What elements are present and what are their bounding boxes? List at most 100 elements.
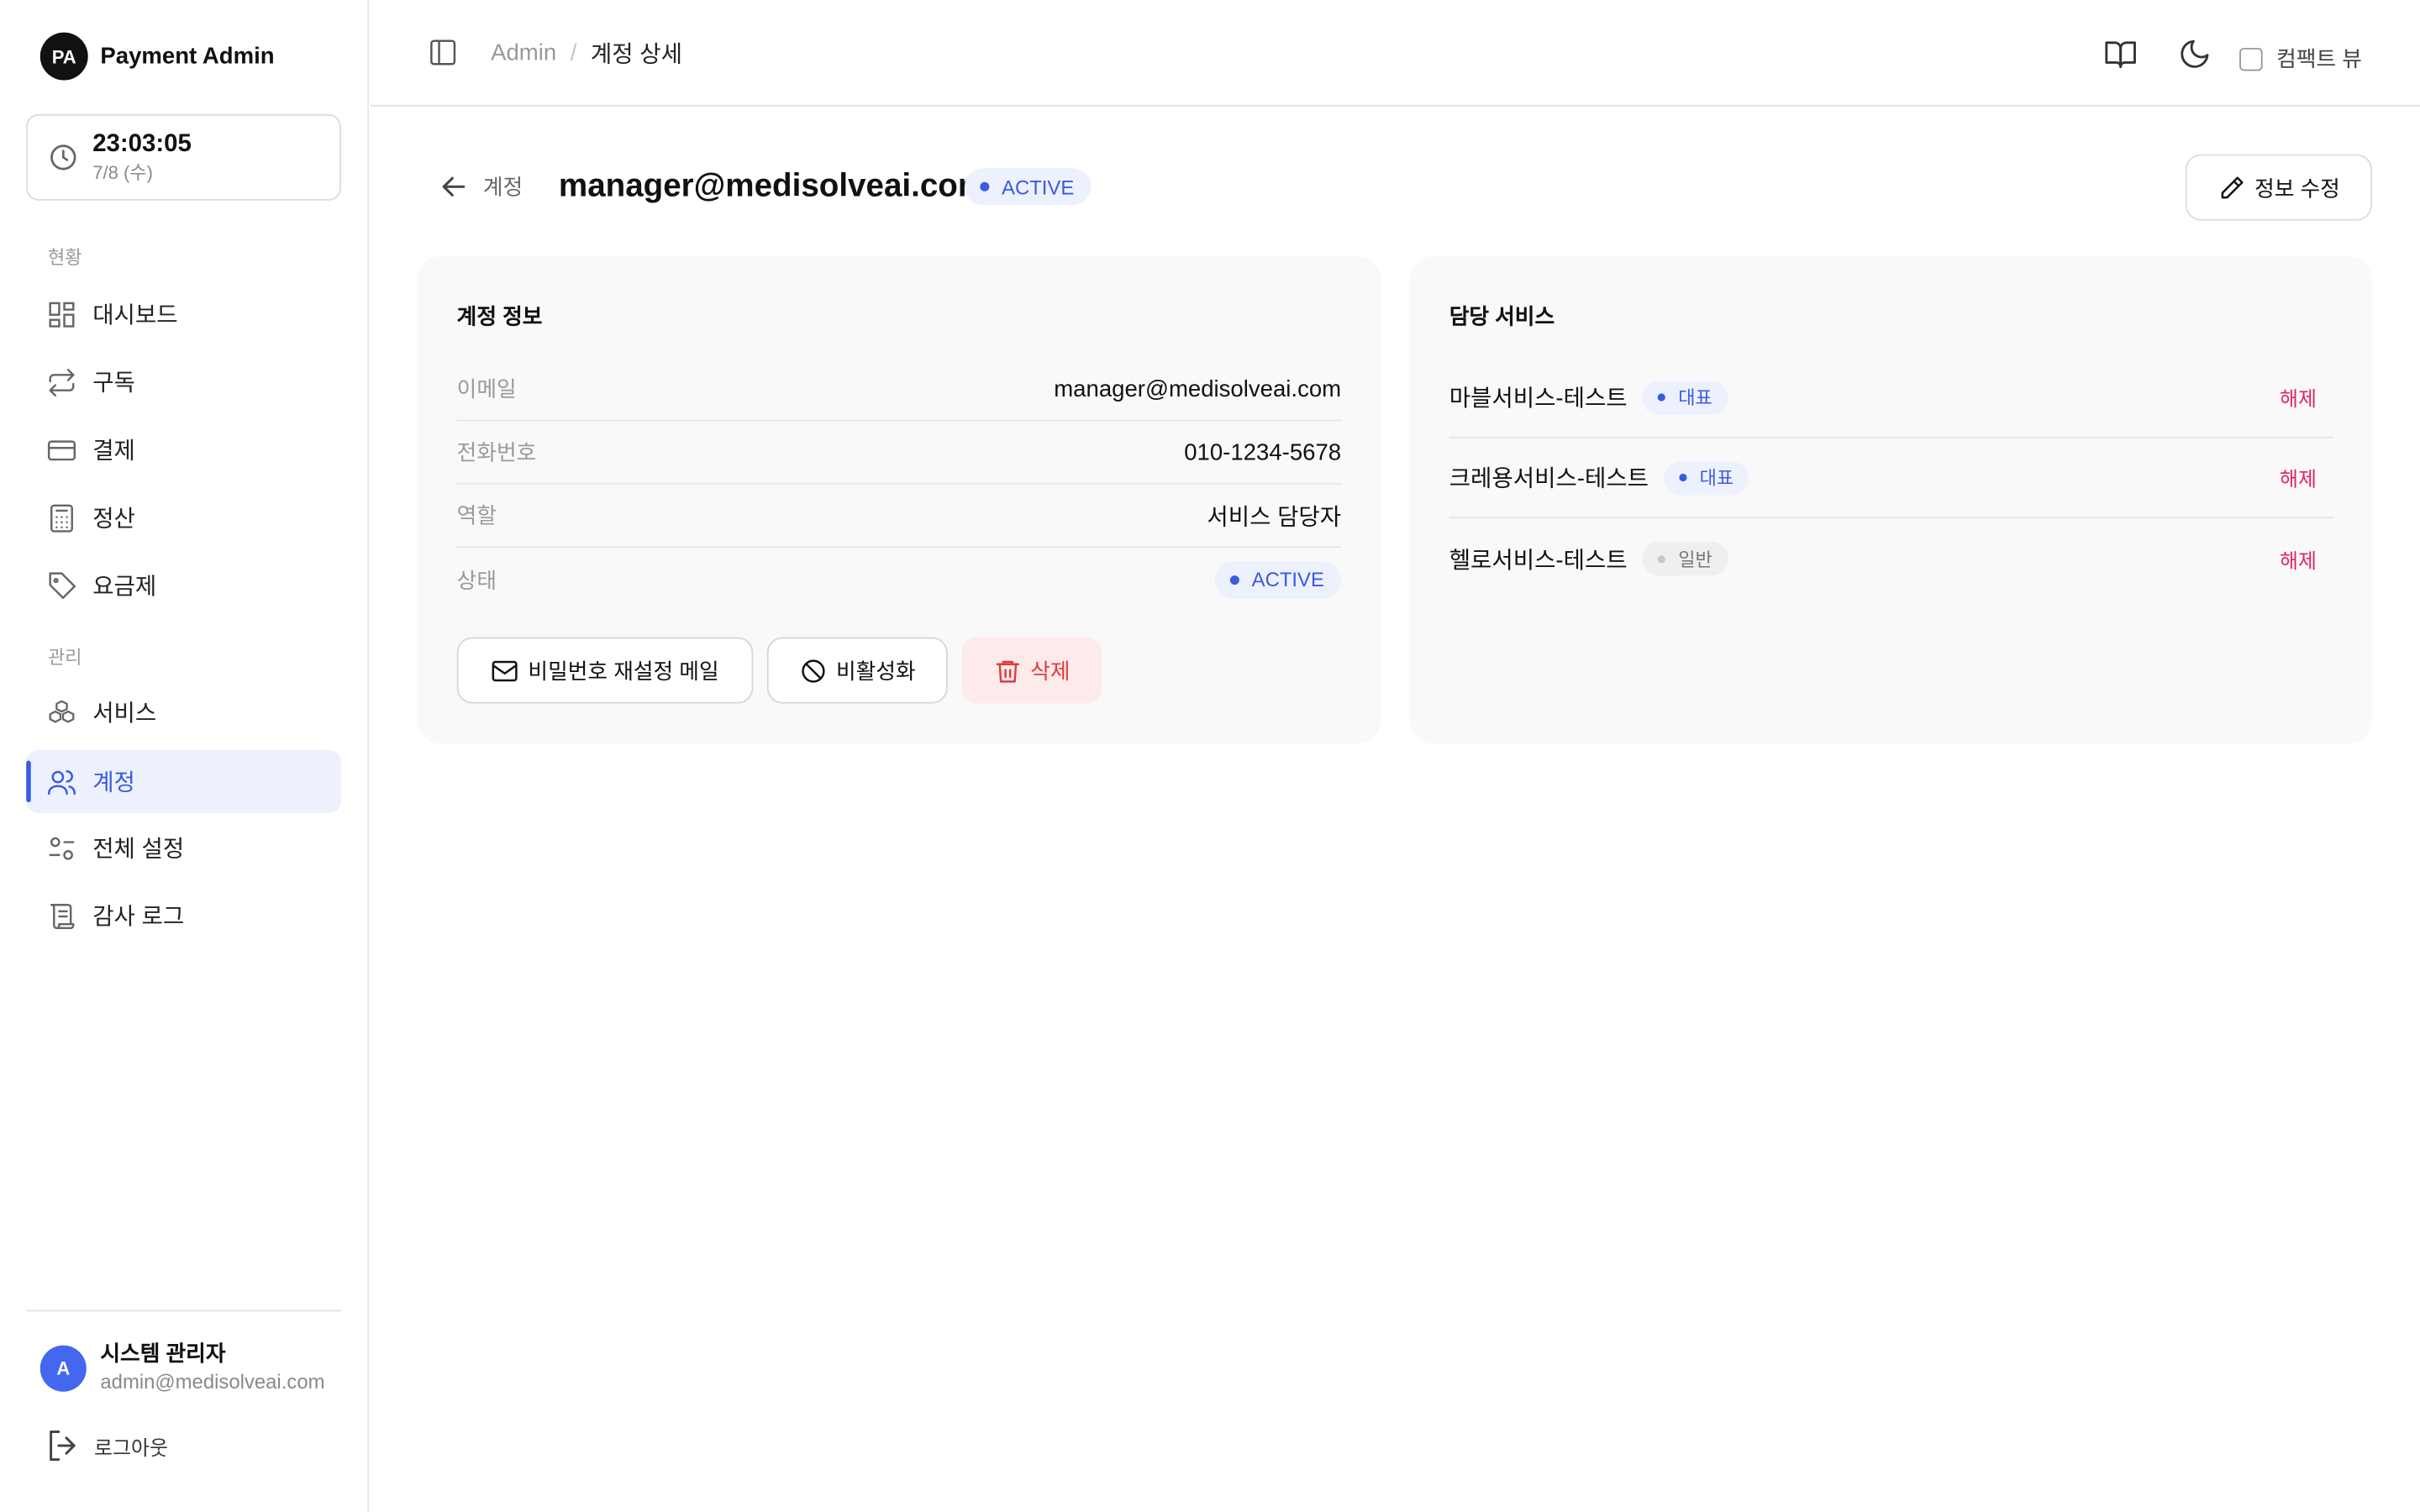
user-profile[interactable]: A 시스템 관리자 admin@medisolveai.com bbox=[39, 1339, 325, 1396]
info-row-status: 상태 ACTIVE bbox=[456, 548, 1342, 611]
status-dot bbox=[1229, 575, 1239, 585]
status-badge-label: ACTIVE bbox=[1002, 175, 1075, 199]
service-name[interactable]: 마블서비스-테스트 bbox=[1449, 381, 1628, 414]
back-button[interactable]: 계정 bbox=[437, 170, 523, 203]
sliders-icon bbox=[49, 836, 75, 859]
compact-view-label: 컴팩트 뷰 bbox=[2276, 46, 2362, 71]
user-email: admin@medisolveai.com bbox=[100, 1370, 325, 1394]
users-icon bbox=[47, 769, 76, 795]
info-label: 전화번호 bbox=[456, 439, 537, 465]
mail-icon bbox=[492, 659, 518, 681]
clock-time: 23:03:05 bbox=[92, 131, 192, 158]
boxes-icon bbox=[49, 699, 75, 722]
edit-info-label: 정보 수정 bbox=[2254, 175, 2340, 200]
deactivate-button[interactable]: 비활성화 bbox=[766, 637, 948, 704]
sidebar-item-dashboard[interactable]: 대시보드 bbox=[26, 282, 341, 345]
book-open-icon[interactable] bbox=[2103, 37, 2137, 71]
breadcrumb-separator: / bbox=[570, 39, 577, 66]
service-row: 마블서비스-테스트 대표 해제 bbox=[1449, 358, 2334, 438]
topbar: Admin / 계정 상세 컴팩트 뷰 bbox=[370, 0, 2420, 107]
tag-dot bbox=[1658, 393, 1666, 402]
sidebar: PA Payment Admin 23:03:05 7/8 (수) 현황 대시보… bbox=[0, 0, 369, 1512]
info-label: 역할 bbox=[456, 502, 497, 528]
sidebar-item-payments[interactable]: 결제 bbox=[26, 418, 341, 481]
logout-label: 로그아웃 bbox=[94, 1436, 168, 1459]
unassign-button[interactable]: 해제 bbox=[2280, 543, 2317, 573]
status-badge: ACTIVE bbox=[1214, 560, 1342, 598]
services-card: 담당 서비스 마블서비스-테스트 대표 해제 크레용서비스-테스트 대표 해제 … bbox=[1408, 255, 2373, 744]
info-row-email: 이메일 manager@medisolveai.com bbox=[456, 358, 1342, 422]
pencil-icon bbox=[2221, 176, 2244, 198]
logout-button[interactable]: 로그아웃 bbox=[45, 1427, 168, 1464]
sidebar-item-label: 계정 bbox=[92, 769, 135, 796]
info-value: 서비스 담당자 bbox=[1207, 503, 1342, 530]
breadcrumb-current: 계정 상세 bbox=[590, 41, 682, 68]
service-row: 크레용서비스-테스트 대표 해제 bbox=[1449, 438, 2334, 519]
account-info-card: 계정 정보 이메일 manager@medisolveai.com 전화번호 0… bbox=[416, 255, 1381, 744]
info-row-phone: 전화번호 010-1234-5678 bbox=[456, 421, 1342, 485]
info-row-role: 역할 서비스 담당자 bbox=[456, 485, 1342, 549]
trash-icon bbox=[996, 659, 1019, 682]
breadcrumb: Admin / 계정 상세 bbox=[491, 37, 682, 70]
tag-dot bbox=[1679, 473, 1687, 482]
section-label-status: 현황 bbox=[47, 246, 82, 269]
edit-info-button[interactable]: 정보 수정 bbox=[2185, 154, 2373, 221]
tag-label: 대표 bbox=[1699, 467, 1734, 490]
status-badge: ACTIVE bbox=[964, 168, 1092, 206]
brand-logo: PA bbox=[39, 32, 88, 81]
sidebar-item-label: 정산 bbox=[92, 506, 135, 533]
status-badge-label: ACTIVE bbox=[1251, 567, 1324, 591]
brand[interactable]: PA Payment Admin bbox=[39, 32, 275, 81]
service-role-tag: 대표 bbox=[1643, 380, 1728, 415]
clock-card: 23:03:05 7/8 (수) bbox=[26, 113, 341, 201]
delete-label: 삭제 bbox=[1030, 658, 1071, 683]
ban-icon bbox=[801, 659, 825, 682]
service-role-tag: 일반 bbox=[1643, 541, 1728, 576]
tag-icon bbox=[49, 571, 76, 599]
info-label: 상태 bbox=[456, 567, 497, 592]
sidebar-divider bbox=[26, 1310, 341, 1312]
clock-icon bbox=[50, 144, 76, 171]
sidebar-toggle-icon[interactable] bbox=[428, 37, 459, 68]
scroll-icon bbox=[50, 903, 75, 929]
services-title: 담당 서비스 bbox=[1449, 303, 1555, 329]
compact-view-checkbox[interactable] bbox=[2239, 47, 2263, 71]
sidebar-item-label: 결제 bbox=[92, 438, 135, 465]
sidebar-item-audit-log[interactable]: 감사 로그 bbox=[26, 884, 341, 947]
moon-icon[interactable] bbox=[2178, 37, 2212, 71]
page-title: manager@medisolveai.com bbox=[558, 168, 987, 204]
sidebar-item-label: 서비스 bbox=[92, 700, 157, 727]
service-name[interactable]: 헬로서비스-테스트 bbox=[1449, 543, 1628, 575]
section-label-manage: 관리 bbox=[47, 646, 82, 669]
sidebar-item-plans[interactable]: 요금제 bbox=[26, 554, 341, 617]
reset-password-button[interactable]: 비밀번호 재설정 메일 bbox=[456, 637, 754, 704]
app-root: PA Payment Admin 23:03:05 7/8 (수) 현황 대시보… bbox=[0, 0, 2420, 1512]
unassign-button[interactable]: 해제 bbox=[2280, 463, 2317, 492]
delete-button[interactable]: 삭제 bbox=[961, 637, 1102, 704]
sidebar-item-settlement[interactable]: 정산 bbox=[26, 486, 341, 549]
info-value: manager@medisolveai.com bbox=[1054, 375, 1342, 402]
sidebar-item-label: 요금제 bbox=[92, 574, 157, 601]
tag-label: 일반 bbox=[1678, 548, 1712, 570]
sidebar-item-label: 전체 설정 bbox=[92, 836, 185, 863]
deactivate-label: 비활성화 bbox=[836, 658, 916, 683]
dashboard-icon bbox=[49, 301, 75, 327]
sidebar-item-accounts[interactable]: 계정 bbox=[26, 749, 341, 813]
arrow-left-icon bbox=[442, 176, 466, 197]
avatar: A bbox=[39, 1344, 87, 1391]
repeat-icon bbox=[49, 368, 75, 396]
unassign-button[interactable]: 해제 bbox=[2280, 383, 2317, 412]
sidebar-item-services[interactable]: 서비스 bbox=[26, 680, 341, 743]
sidebar-item-settings[interactable]: 전체 설정 bbox=[26, 816, 341, 879]
service-name[interactable]: 크레용서비스-테스트 bbox=[1449, 461, 1649, 494]
reset-password-label: 비밀번호 재설정 메일 bbox=[528, 658, 719, 683]
breadcrumb-root[interactable]: Admin bbox=[491, 40, 556, 66]
user-name: 시스템 관리자 bbox=[100, 1341, 226, 1366]
sidebar-item-subscriptions[interactable]: 구독 bbox=[26, 350, 341, 413]
sidebar-item-label: 대시보드 bbox=[92, 302, 178, 329]
brand-name: Payment Admin bbox=[100, 43, 275, 70]
status-dot bbox=[980, 181, 990, 192]
sidebar-item-label: 감사 로그 bbox=[92, 904, 185, 931]
tag-dot bbox=[1658, 554, 1666, 563]
compact-view-toggle[interactable]: 컴팩트 뷰 bbox=[2239, 43, 2362, 74]
